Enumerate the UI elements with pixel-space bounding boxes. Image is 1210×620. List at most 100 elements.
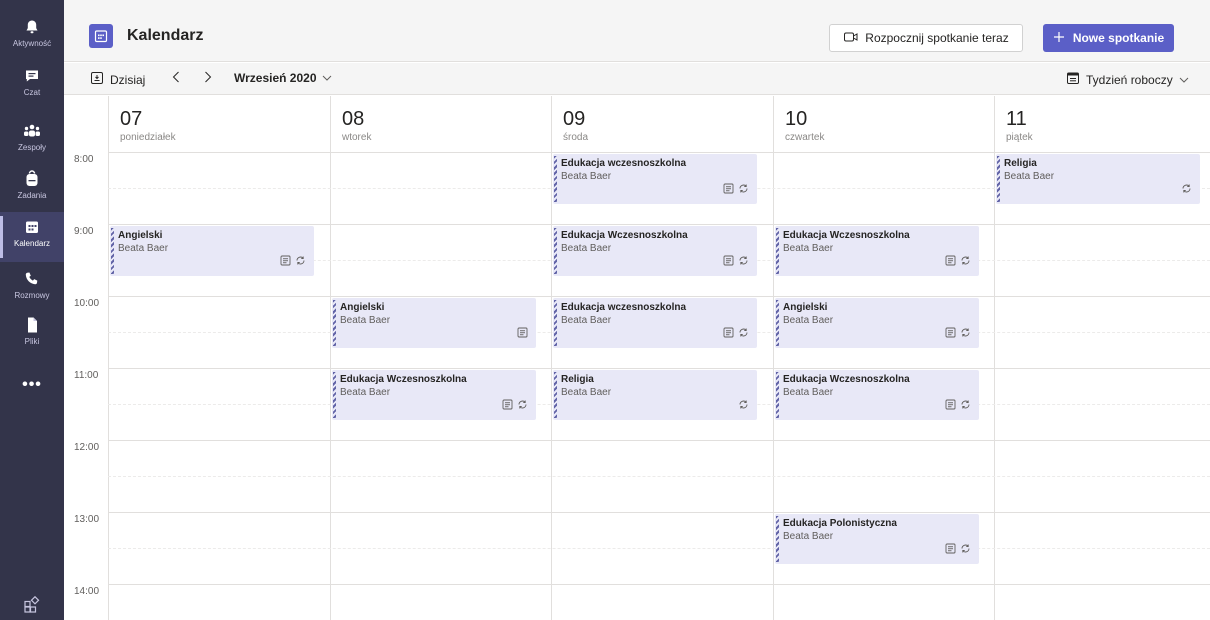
event-icons [723, 181, 749, 199]
event-icons [945, 253, 971, 271]
recurring-icon [960, 325, 971, 343]
time-label: 10:00 [74, 298, 100, 309]
event-icons [723, 253, 749, 271]
event-title: Edukacja wczesnoszkolna [561, 302, 687, 313]
calendar-event[interactable]: Religia Beata Baer [996, 154, 1200, 204]
event-icons [738, 397, 749, 415]
calendar-event[interactable]: Edukacja Wczesnoszkolna Beata Baer [332, 370, 536, 420]
calendar-event[interactable]: Edukacja Wczesnoszkolna Beata Baer [553, 226, 757, 276]
calendar-event[interactable]: Edukacja Wczesnoszkolna Beata Baer [775, 226, 979, 276]
week-grid: 07 poniedziałek 08 wtorek 09 środa 10 czwartek 1… [64, 96, 1210, 620]
calendar-event[interactable]: Edukacja Wczesnoszkolna Beata Baer [775, 370, 979, 420]
recurring-icon [738, 325, 749, 343]
video-camera-icon [843, 30, 859, 47]
day-column-divider [551, 96, 552, 620]
today-icon [90, 71, 104, 88]
day-header[interactable]: 09 środa [551, 96, 772, 151]
event-title: Religia [561, 374, 594, 385]
day-header[interactable]: 10 czwartek [773, 96, 994, 151]
day-number: 11 [1006, 108, 1027, 130]
day-name: czwartek [785, 132, 825, 143]
meeting-notes-icon [723, 253, 734, 271]
meeting-notes-icon [502, 397, 513, 415]
recurring-icon [1181, 181, 1192, 199]
meet-now-label: Rozpocznij spotkanie teraz [865, 31, 1009, 45]
event-title: Edukacja Wczesnoszkolna [783, 230, 910, 241]
event-organizer: Beata Baer [561, 387, 612, 398]
event-title: Edukacja Wczesnoszkolna [561, 230, 688, 241]
calendar-event[interactable]: Edukacja Polonistyczna Beata Baer [775, 514, 979, 564]
previous-week-button[interactable] [168, 69, 184, 89]
rail-item-assignments[interactable]: Zadania [0, 164, 64, 214]
today-button[interactable]: Dzisiaj [90, 71, 145, 88]
day-header[interactable]: 11 piątek [994, 96, 1210, 151]
event-title: Edukacja Wczesnoszkolna [340, 374, 467, 385]
event-icons [945, 541, 971, 559]
recurring-icon [517, 397, 528, 415]
files-icon [23, 316, 41, 334]
month-picker[interactable]: Wrzesień 2020 [234, 71, 332, 85]
rail-item-teams[interactable]: Zespoły [0, 116, 64, 166]
day-name: piątek [1006, 132, 1033, 143]
calendar-event[interactable]: Angielski Beata Baer [110, 226, 314, 276]
calendar-event[interactable]: Angielski Beata Baer [332, 298, 536, 348]
day-name: poniedziałek [120, 132, 176, 143]
rail-item-chat[interactable]: Czat [0, 61, 64, 111]
day-header[interactable]: 08 wtorek [330, 96, 551, 151]
recurring-icon [738, 253, 749, 271]
page-header: Kalendarz Rozpocznij spotkanie teraz Now… [64, 0, 1210, 62]
hour-line [108, 512, 1210, 513]
meet-now-button[interactable]: Rozpocznij spotkanie teraz [829, 24, 1023, 52]
meeting-notes-icon [945, 397, 956, 415]
event-title: Edukacja Wczesnoszkolna [783, 374, 910, 385]
rail-item-calendar[interactable]: Kalendarz [0, 212, 64, 262]
event-icons [502, 397, 528, 415]
recurring-icon [960, 397, 971, 415]
day-number: 07 [120, 108, 143, 130]
calendar-event[interactable]: Edukacja wczesnoszkolna Beata Baer [553, 154, 757, 204]
new-meeting-label: Nowe spotkanie [1072, 31, 1165, 45]
rail-item-label: Aktywność [12, 39, 52, 48]
day-name: wtorek [342, 132, 372, 143]
time-label: 9:00 [74, 226, 94, 237]
meeting-notes-icon [723, 181, 734, 199]
calendar-event[interactable]: Religia Beata Baer [553, 370, 757, 420]
calendar-view-icon [1066, 71, 1080, 88]
event-icons [723, 325, 749, 343]
rail-item-activity[interactable]: Aktywność [0, 12, 64, 62]
event-organizer: Beata Baer [340, 315, 391, 326]
event-title: Angielski [783, 302, 828, 313]
recurring-icon [738, 397, 749, 415]
event-title: Angielski [340, 302, 385, 313]
day-number: 08 [342, 108, 365, 130]
recurring-icon [295, 253, 306, 271]
next-week-button[interactable] [200, 69, 216, 89]
day-header[interactable]: 07 poniedziałek [108, 96, 329, 151]
day-column-divider [330, 96, 331, 620]
rail-item-label: Pliki [24, 337, 40, 346]
time-label: 11:00 [74, 370, 99, 381]
new-meeting-button[interactable]: Nowe spotkanie [1043, 24, 1174, 52]
day-number: 09 [563, 108, 586, 130]
time-label: 13:00 [74, 514, 100, 525]
plus-icon [1053, 31, 1065, 46]
calendar-event[interactable]: Edukacja wczesnoszkolna Beata Baer [553, 298, 757, 348]
rail-item-calls[interactable]: Rozmowy [0, 264, 64, 314]
view-switcher[interactable]: Tydzień roboczy [1066, 71, 1189, 88]
apps-icon[interactable] [0, 590, 64, 620]
calendar-app-icon [89, 24, 113, 48]
meeting-notes-icon [945, 541, 956, 559]
event-icons [945, 397, 971, 415]
event-organizer: Beata Baer [1004, 171, 1055, 182]
chevron-down-icon [1179, 73, 1189, 87]
rail-item-label: Zespoły [17, 143, 46, 152]
event-icons [945, 325, 971, 343]
calendar-event[interactable]: Angielski Beata Baer [775, 298, 979, 348]
rail-item-files[interactable]: Pliki [0, 310, 64, 360]
half-hour-line [108, 548, 1210, 549]
rail-item-label: Zadania [17, 191, 47, 200]
rail-item-label: Czat [23, 88, 41, 97]
time-label: 12:00 [74, 442, 100, 453]
more-apps-button[interactable]: ••• [0, 370, 64, 400]
chevron-right-icon [204, 70, 212, 88]
